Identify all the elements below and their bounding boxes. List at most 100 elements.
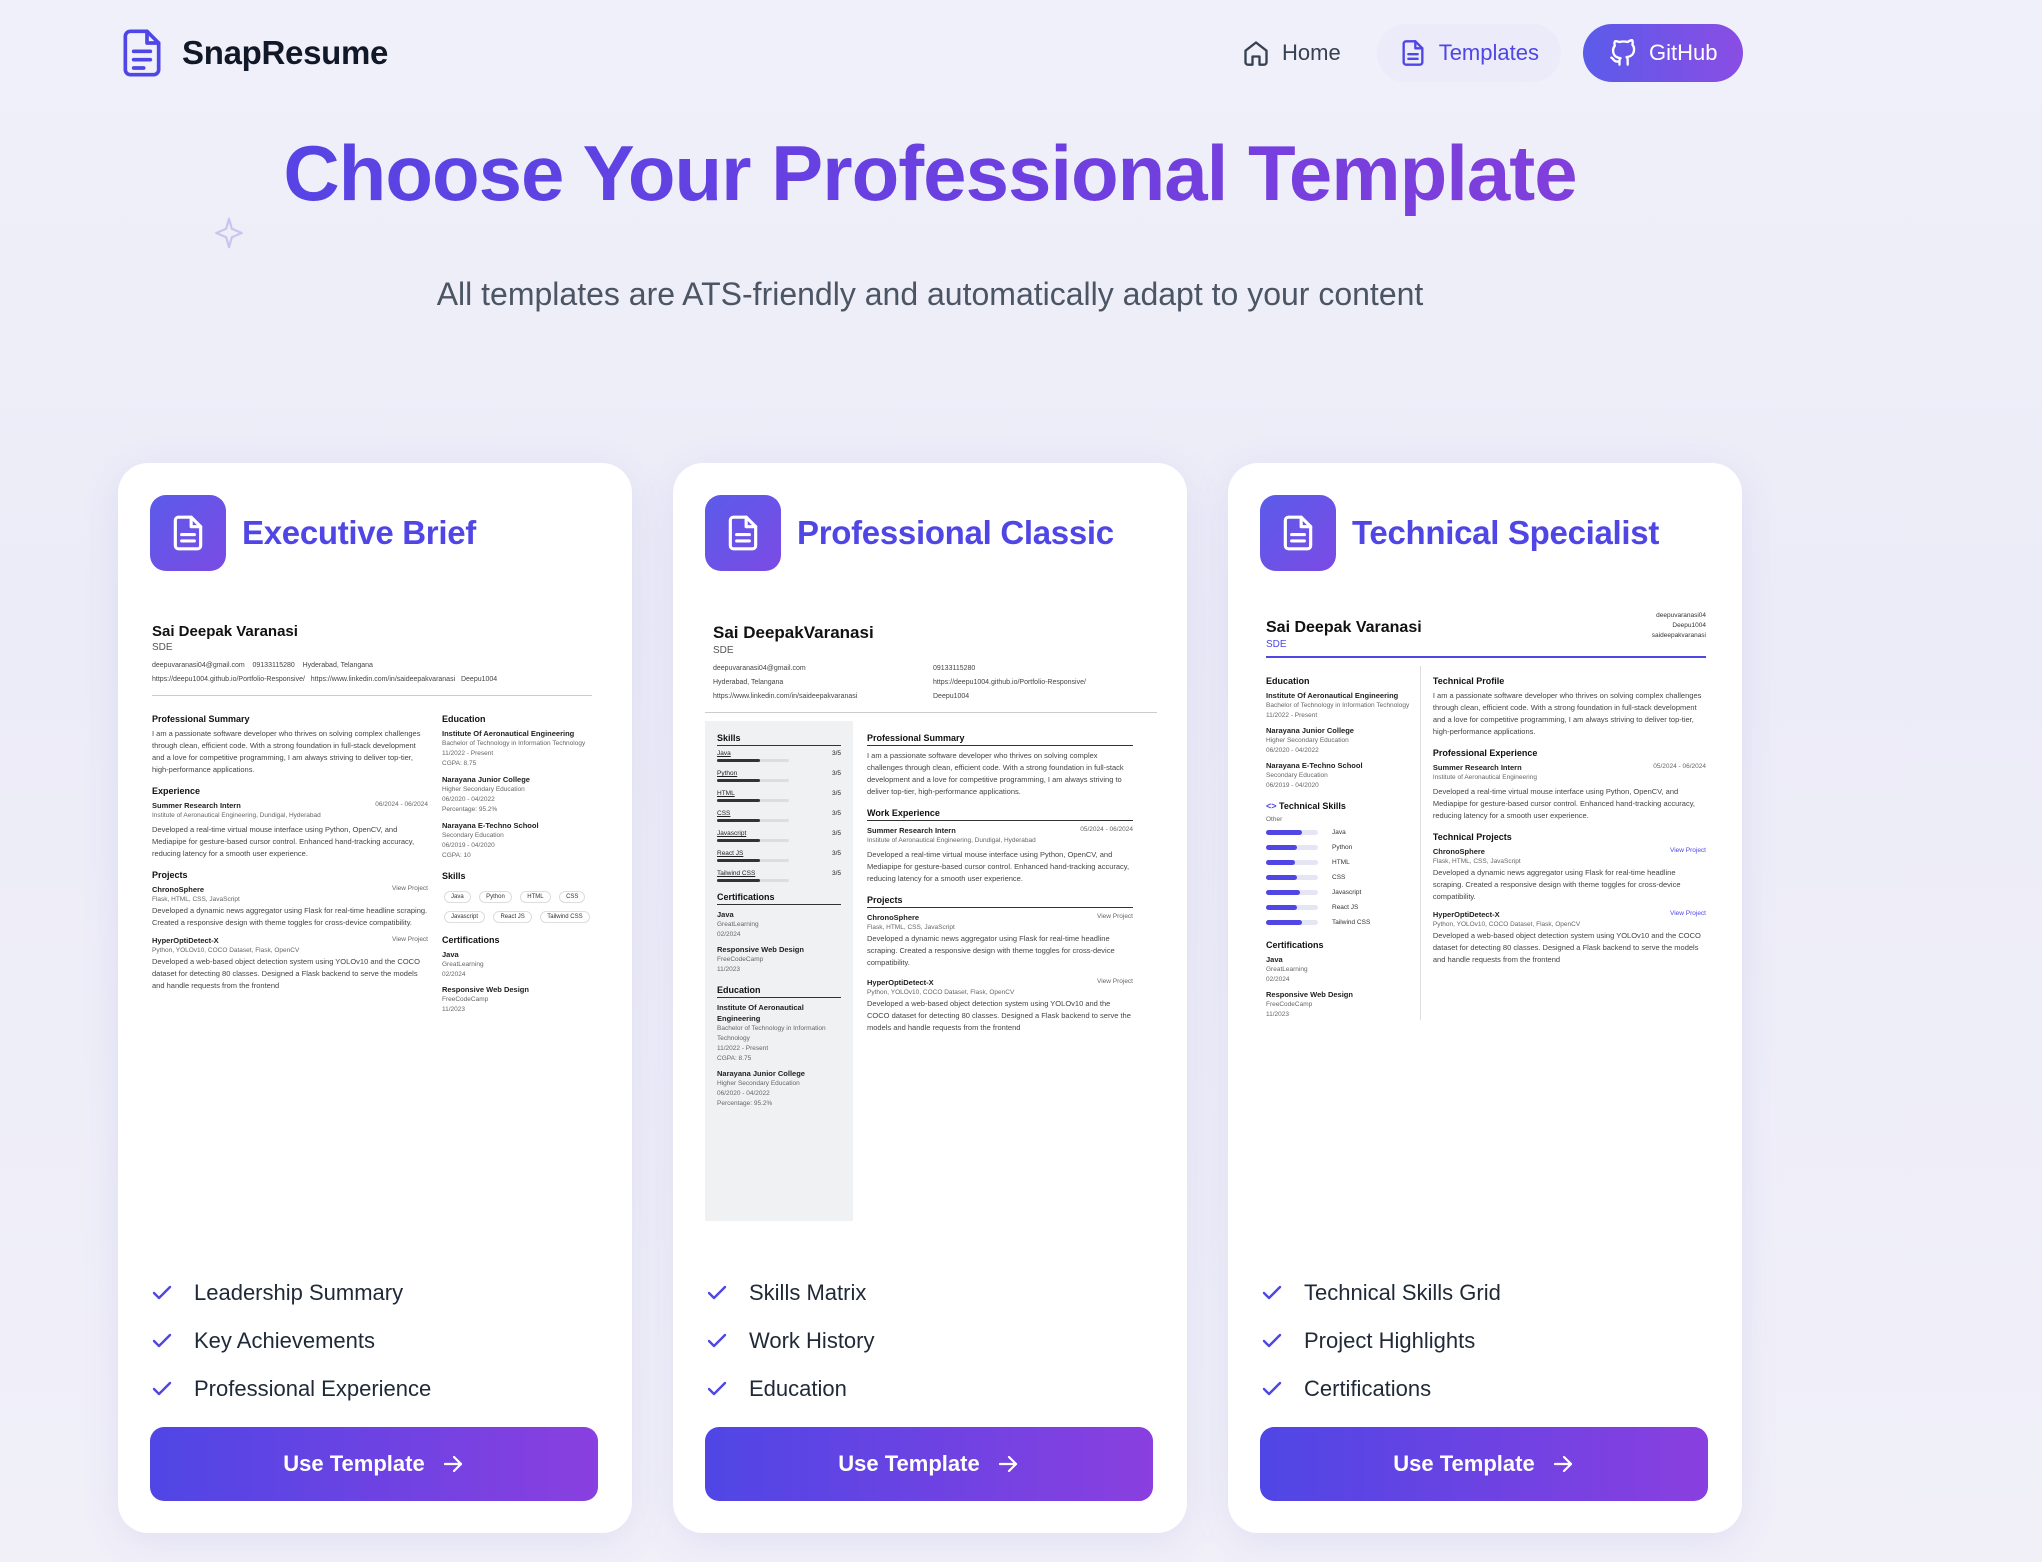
section-heading: Skills [442,871,466,881]
job-dates: 05/2024 - 06/2024 [1653,763,1706,770]
skill-score: 3/5 [831,810,841,817]
section-heading: Skills [717,733,841,746]
skill-bar-fill [717,859,761,862]
feature-label: Project Highlights [1304,1328,1476,1353]
resume-name: Sai DeepakVaranasi [713,623,874,642]
template-card-technical-specialist[interactable]: Technical Specialist Sai Deepak Varanasi… [1228,463,1742,1533]
use-template-button[interactable]: Use Template [1260,1427,1708,1501]
tech-skill-fill [1266,875,1298,880]
job-org: Institute of Aeronautical Engineering [1432,774,1537,781]
cert-title: Java [717,910,734,919]
resume-preview: Sai Deepak Varanasi SDE deepuvaranasi04 … [1266,611,1706,1211]
view-project-link: View Project [1669,847,1706,854]
job-org: Institute of Aeronautical Engineering, D… [152,812,321,819]
skill-bar-track [717,799,789,802]
skill-chip: Javascript [444,911,486,923]
code-icon: <> [1266,801,1277,811]
edu-grade: CGPA: 10 [442,852,471,859]
project-entry: HyperOptiDetect-X View Project [1433,909,1706,920]
use-template-label: Use Template [838,1451,980,1476]
edu-grade: CGPA: 8.75 [717,1055,752,1062]
section-heading: Professional Summary [867,733,1133,746]
card-icon-badge [1260,495,1336,571]
contact-github: Deepu1004 [1672,622,1706,629]
contact-portfolio: https://deepu1004.github.io/Portfolio-Re… [933,679,1086,686]
resume-preview: Sai Deepak Varanasi SDE deepuvaranasi04@… [152,623,592,1223]
job-title: Summer Research Intern [1432,763,1522,772]
check-icon [1262,1381,1282,1396]
check-icon [707,1381,727,1396]
project-title: HyperOptiDetect-X [867,978,934,987]
arrow-right-icon [1553,1455,1572,1473]
feature-item: Professional Experience [150,1365,431,1413]
section-heading: Professional Summary [152,714,250,724]
section-heading: Projects [867,895,1133,908]
project-description: Developed a web-based object detection s… [152,957,420,990]
tech-skill-fill [1266,890,1300,895]
edu-school: Institute Of Aeronautical Engineering [1266,691,1399,700]
resume-side-column: Education Institute Of Aeronautical Engi… [1266,666,1414,1020]
nav-github-label: GitHub [1648,40,1718,65]
use-template-button[interactable]: Use Template [705,1427,1153,1501]
feature-label: Leadership Summary [194,1280,404,1305]
nav-templates-link[interactable]: Templates [1376,24,1561,82]
edu-dates: 06/2020 - 04/2022 [1266,747,1319,754]
skill-score: 3/5 [831,790,841,797]
skill-score: 3/5 [831,750,841,757]
edu-dates: 06/2020 - 04/2022 [717,1090,770,1097]
project-entry: HyperOptiDetect-X View Project [867,977,1133,988]
arrow-right-icon [443,1455,462,1473]
cert-date: 11/2023 [717,966,741,973]
nav-github-button[interactable]: GitHub [1582,24,1744,82]
nav-home-link[interactable]: Home [1220,24,1363,82]
edu-grade: Percentage: 95.2% [717,1100,773,1107]
edu-school: Narayana E-Techno School [1266,761,1363,770]
tech-skill-track [1266,830,1318,835]
resume-body: Education Institute Of Aeronautical Engi… [1266,666,1706,1020]
brand-name: SnapResume [182,34,389,71]
skill-name: Javascript [717,830,747,837]
resume-identity: Sai Deepak Varanasi SDE [1266,611,1422,650]
edu-dates: 11/2022 - Present [442,750,494,757]
project-entry: ChronoSphere View Project [1433,846,1706,857]
cert-org: FreeCodeCamp [442,996,489,1003]
template-card-professional-classic[interactable]: Professional Classic Sai DeepakVaranasi … [673,463,1187,1533]
resume-contacts: deepuvaranasi04@gmail.com 09133115280 Hy… [713,662,1157,704]
skill-bar-row: HTML 3/5 [717,790,841,797]
section-heading: Technical Projects [1432,832,1512,842]
nav-home-label: Home [1282,40,1341,65]
project-title: HyperOptiDetect-X [152,936,219,945]
skill-chip: HTML [520,891,551,903]
skill-score: 3/5 [831,850,841,857]
template-card-executive-brief[interactable]: Executive Brief Sai Deepak Varanasi SDE … [118,463,632,1533]
edu-school: Narayana Junior College [442,775,530,784]
check-icon [707,1333,727,1348]
job-entry: Summer Research Intern 05/2024 - 06/2024 [867,825,1133,836]
feature-label: Key Achievements [194,1328,375,1353]
skill-chip: React JS [493,911,532,923]
feature-list: Leadership Summary Key Achievements Prof… [150,1269,431,1413]
skill-bar-track [717,879,789,882]
feature-label: Professional Experience [194,1376,432,1401]
brand-logo[interactable]: SnapResume [122,28,388,78]
use-template-button[interactable]: Use Template [150,1427,598,1501]
job-title: Summer Research Intern [152,801,241,810]
tech-skill-name: HTML [1332,859,1350,866]
edu-dates: 06/2019 - 04/2020 [442,842,495,849]
section-heading: Certifications [717,892,841,905]
top-nav: SnapResume Home Templates GitHub [0,0,2042,106]
resume-contacts: deepuvaranasi04@gmail.com 09133115280 Hy… [152,659,592,687]
divider [705,712,1157,713]
contact-portfolio: https://deepu1004.github.io/Portfolio-Re… [152,676,305,683]
tech-skill-name: Tailwind CSS [1332,919,1371,926]
section-heading: Professional Experience [1432,748,1538,758]
card-icon-badge [705,495,781,571]
section-heading: Education [442,714,486,724]
check-icon [152,1285,172,1300]
feature-item: Skills Matrix [705,1269,875,1317]
check-icon [1262,1333,1282,1348]
project-tech: Flask, HTML, CSS, JavaScript [152,896,240,903]
resume-name: Sai Deepak Varanasi [152,623,298,640]
skill-bar-track [717,759,789,762]
summary-text: I am a passionate software developer who… [1432,691,1702,736]
